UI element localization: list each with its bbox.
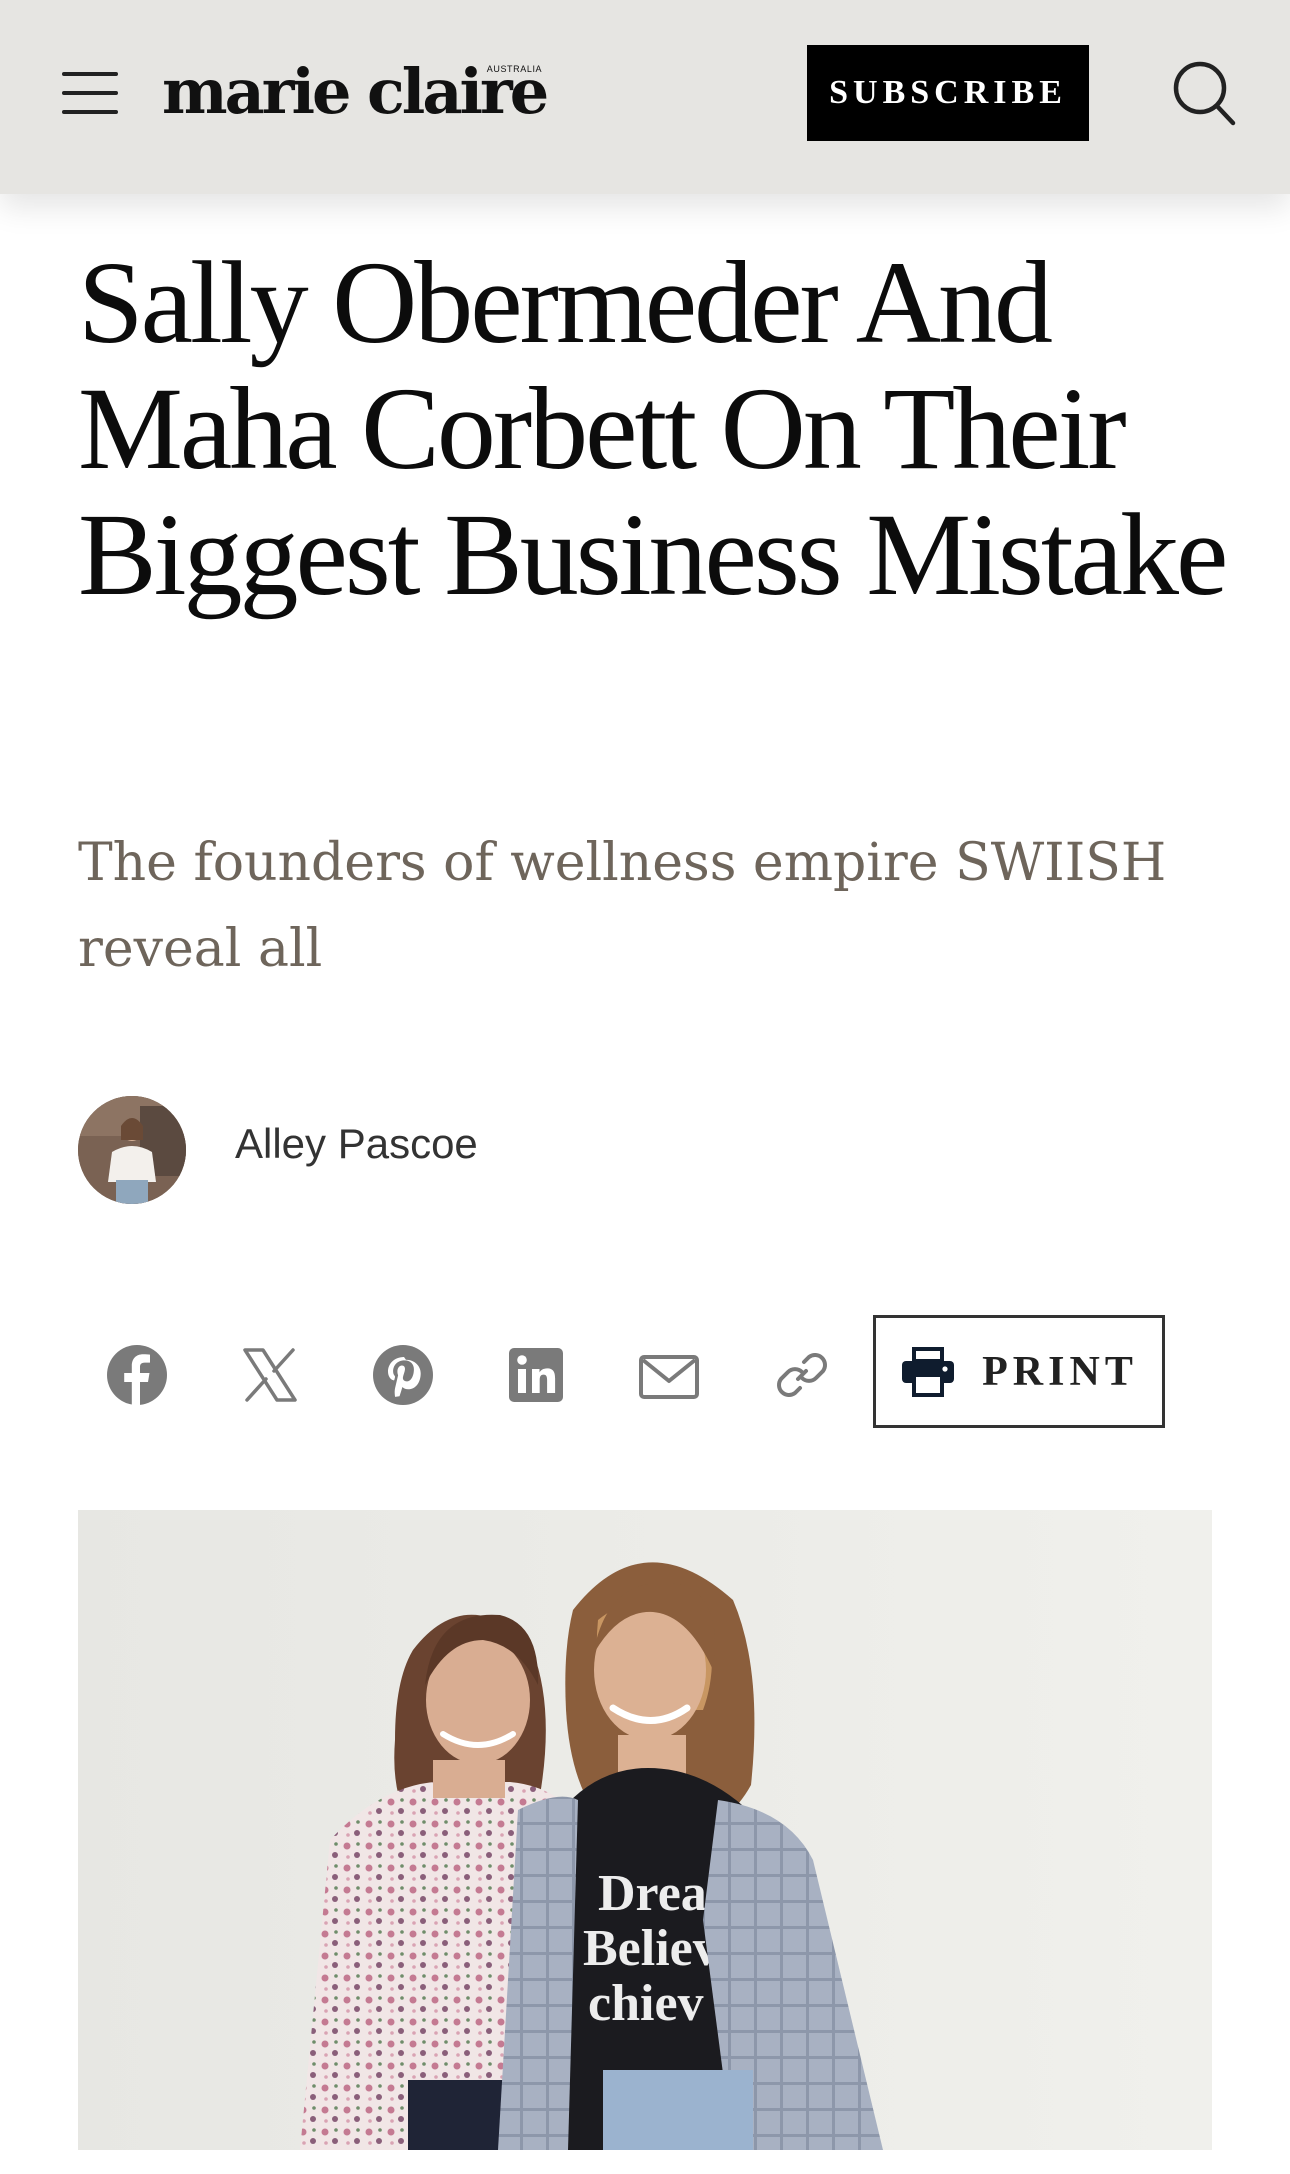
email-icon[interactable] <box>636 1342 702 1408</box>
site-logo[interactable]: marie claire AUSTRALIA <box>162 52 549 132</box>
svg-text:Drea: Drea <box>598 1865 707 1922</box>
linkedin-icon[interactable] <box>503 1342 569 1408</box>
print-label: PRINT <box>982 1348 1138 1395</box>
author-avatar[interactable] <box>78 1096 186 1204</box>
article-headline: Sally Obermeder And Maha Corbett On Thei… <box>78 237 1228 620</box>
link-icon[interactable] <box>769 1342 835 1408</box>
subscribe-button[interactable]: SUBSCRIBE <box>807 45 1089 141</box>
pinterest-icon[interactable] <box>370 1342 436 1408</box>
author-name[interactable]: Alley Pascoe <box>235 1120 478 1168</box>
logo-edition: AUSTRALIA <box>486 64 543 74</box>
share-bar: PRINT <box>0 1310 1290 1430</box>
print-button[interactable]: PRINT <box>873 1315 1165 1428</box>
x-icon[interactable] <box>237 1342 303 1408</box>
hero-image: Drea Believ chiev <box>78 1510 1212 2150</box>
facebook-icon[interactable] <box>104 1342 170 1408</box>
hamburger-menu-icon[interactable] <box>62 72 118 114</box>
svg-text:chiev: chiev <box>588 1975 704 2032</box>
site-header: marie claire AUSTRALIA SUBSCRIBE <box>0 0 1290 194</box>
printer-icon <box>902 1346 955 1397</box>
svg-text:Believ: Believ <box>583 1920 719 1977</box>
search-icon[interactable] <box>1170 58 1238 128</box>
article-standfirst: The founders of wellness empire SWIISH r… <box>78 833 1167 979</box>
